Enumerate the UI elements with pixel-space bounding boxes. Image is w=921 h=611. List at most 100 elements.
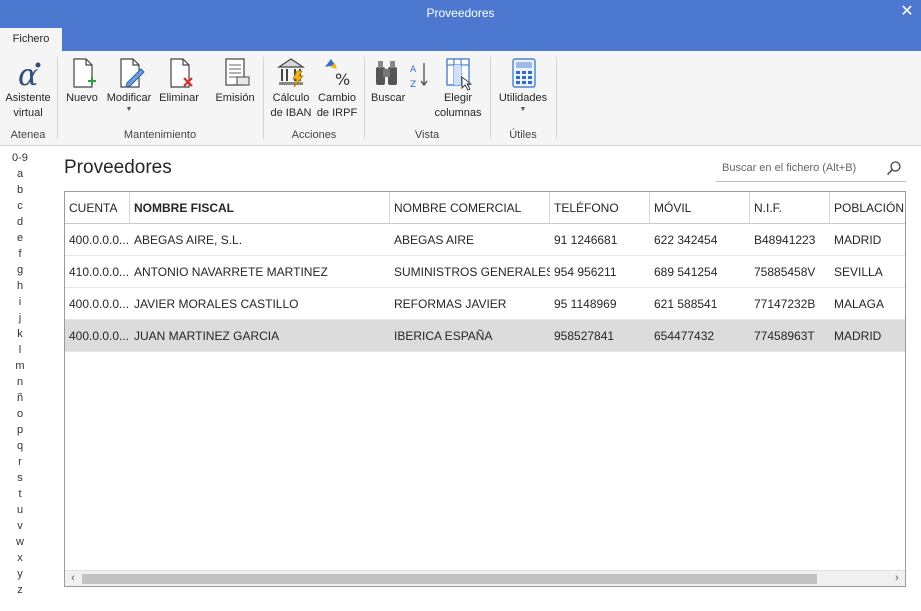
cell-movil: 654477432 [654, 329, 715, 343]
scrollbar-thumb[interactable] [82, 574, 817, 584]
alphabet-letter[interactable]: e [0, 230, 40, 246]
horizontal-scrollbar[interactable]: ‹ › [65, 570, 905, 586]
search-icon[interactable] [886, 160, 902, 176]
svg-text:Z: Z [410, 80, 416, 90]
alphabet-letter[interactable]: n [0, 374, 40, 390]
alphabet-letter[interactable]: v [0, 518, 40, 534]
emision-label: Emisión [215, 92, 255, 104]
close-icon[interactable]: ✕ [899, 0, 915, 27]
cell-cuenta: 410.0.0.0... [69, 265, 130, 279]
cell-nif: B48941223 [754, 233, 816, 247]
asistente-virtual-button[interactable]: α Asistente virtual [0, 55, 56, 121]
cell-nombre-fiscal: JUAN MARTINEZ GARCIA [134, 329, 280, 343]
cell-cuenta: 400.0.0.0... [69, 329, 130, 343]
group-atenea: α Asistente virtual Atenea [0, 55, 56, 143]
alphabet-letter[interactable]: w [0, 534, 40, 550]
alphabet-letter[interactable]: s [0, 470, 40, 486]
alphabet-letter[interactable]: g [0, 262, 40, 278]
emision-button[interactable]: Emisión [210, 55, 260, 106]
column-header-nombre-comercial[interactable]: NOMBRE COMERCIAL [390, 192, 550, 224]
alphabet-letter[interactable]: d [0, 214, 40, 230]
alphabet-letter[interactable]: b [0, 182, 40, 198]
column-header-telefono[interactable]: TELÉFONO [550, 192, 650, 224]
column-header-poblacion[interactable]: POBLACIÓN [830, 192, 905, 224]
cell-poblacion: MALAGA [834, 297, 885, 311]
table-row[interactable]: 400.0.0.0... JAVIER MORALES CASTILLO REFOR… [65, 288, 905, 320]
elegir-columnas-button[interactable]: Elegir columnas [431, 55, 485, 121]
column-header-cuenta[interactable]: CUENTA [65, 192, 130, 224]
column-header-nombre-fiscal[interactable]: NOMBRE FISCAL [130, 192, 390, 224]
calculo-label: Cálculo [272, 92, 310, 104]
utilidades-button[interactable]: Utilidades ▼ [493, 55, 553, 114]
alphabet-letter[interactable]: 0-9 [0, 150, 40, 166]
nuevo-button[interactable]: Nuevo [62, 55, 102, 106]
nuevo-label: Nuevo [66, 92, 98, 104]
group-label-acciones: Acciones [291, 129, 337, 141]
alphabet-letter[interactable]: a [0, 166, 40, 182]
alphabet-letter[interactable]: j [0, 310, 40, 326]
table-row[interactable]: 400.0.0.0... ABEGAS AIRE, S.L. ABEGAS AIRE… [65, 224, 905, 256]
buscar-button[interactable]: A Z Buscar [367, 55, 431, 106]
virtual-label: virtual [13, 107, 43, 119]
alphabet-letter[interactable]: r [0, 454, 40, 470]
page-title: Proveedores [64, 157, 172, 178]
alphabet-letter[interactable]: z [0, 582, 40, 598]
alphabet-letter[interactable]: u [0, 502, 40, 518]
group-acciones: Cálculo de IBAN % Cambio de IRPF Accione… [264, 55, 364, 143]
calculo-iban-button[interactable]: Cálculo de IBAN [268, 55, 314, 121]
alphabet-letter[interactable]: x [0, 550, 40, 566]
cell-nombre-comercial: REFORMAS JAVIER [394, 297, 507, 311]
group-utiles: Utilidades ▼ Útiles [491, 55, 555, 143]
alphabet-letter[interactable]: i [0, 294, 40, 310]
delete-document-icon [170, 58, 193, 88]
search-input[interactable] [716, 156, 876, 180]
column-header-movil[interactable]: MÓVIL [650, 192, 750, 224]
binoculars-icon: A Z [376, 61, 428, 90]
alphabet-letter[interactable]: q [0, 438, 40, 454]
scroll-right-icon[interactable]: › [889, 571, 905, 586]
cell-telefono: 958527841 [554, 329, 615, 343]
alphabet-letter[interactable]: h [0, 278, 40, 294]
alphabet-letter[interactable]: f [0, 246, 40, 262]
cell-poblacion: MADRID [834, 329, 882, 343]
scroll-left-icon[interactable]: ‹ [65, 571, 81, 586]
modificar-button[interactable]: Modificar ▼ [102, 55, 156, 114]
alphabet-letter[interactable]: t [0, 486, 40, 502]
cell-nombre-comercial: IBERICA ESPAÑA [394, 329, 493, 343]
alphabet-letter[interactable]: o [0, 406, 40, 422]
columnas-label: columnas [434, 107, 482, 119]
buscar-label: Buscar [371, 92, 406, 104]
alphabet-letter[interactable]: c [0, 198, 40, 214]
eliminar-label: Eliminar [159, 92, 199, 104]
alphabet-letter[interactable]: l [0, 342, 40, 358]
column-header-nif[interactable]: N.I.F. [750, 192, 830, 224]
alphabet-letter[interactable]: y [0, 566, 40, 582]
eliminar-button[interactable]: Eliminar [156, 55, 202, 106]
cell-nombre-comercial: SUMINISTROS GENERALES [394, 265, 550, 279]
modificar-label: Modificar [106, 92, 152, 104]
new-document-icon [73, 58, 96, 88]
cambio-irpf-button[interactable]: % Cambio de IRPF [314, 55, 360, 121]
de-irpf-label: de IRPF [316, 107, 358, 119]
group-divider [556, 57, 557, 139]
group-vista: A Z Buscar Elegir columnas Vista [365, 55, 489, 143]
alphabet-letter[interactable]: p [0, 422, 40, 438]
ribbon: α Asistente virtual Atenea Nuevo Modific… [0, 51, 921, 146]
table-row[interactable]: 410.0.0.0... ANTONIO NAVARRETE MARTINEZ SU… [65, 256, 905, 288]
cambio-label: Cambio [318, 92, 356, 104]
alpha-icon: α [18, 58, 41, 91]
cell-nombre-fiscal: ABEGAS AIRE, S.L. [134, 233, 243, 247]
group-label-mantenimiento: Mantenimiento [123, 129, 197, 141]
alphabet-letter[interactable]: k [0, 326, 40, 342]
alphabet-letter[interactable]: ñ [0, 390, 40, 406]
cell-movil: 689 541254 [654, 265, 718, 279]
tab-fichero[interactable]: Fichero [0, 28, 62, 51]
alphabet-index: 0-9 a b c d e f g h i j k l m n ñ o p q r s t u v w x y z [0, 150, 40, 598]
svg-text:α: α [18, 58, 38, 91]
edit-document-icon [120, 58, 145, 88]
svg-text:A: A [410, 65, 417, 75]
alphabet-letter[interactable]: m [0, 358, 40, 374]
table-row[interactable]: 400.0.0.0... JUAN MARTINEZ GARCIA IBERICA … [65, 320, 905, 352]
columns-icon [446, 58, 473, 91]
cell-nombre-fiscal: ANTONIO NAVARRETE MARTINEZ [134, 265, 328, 279]
